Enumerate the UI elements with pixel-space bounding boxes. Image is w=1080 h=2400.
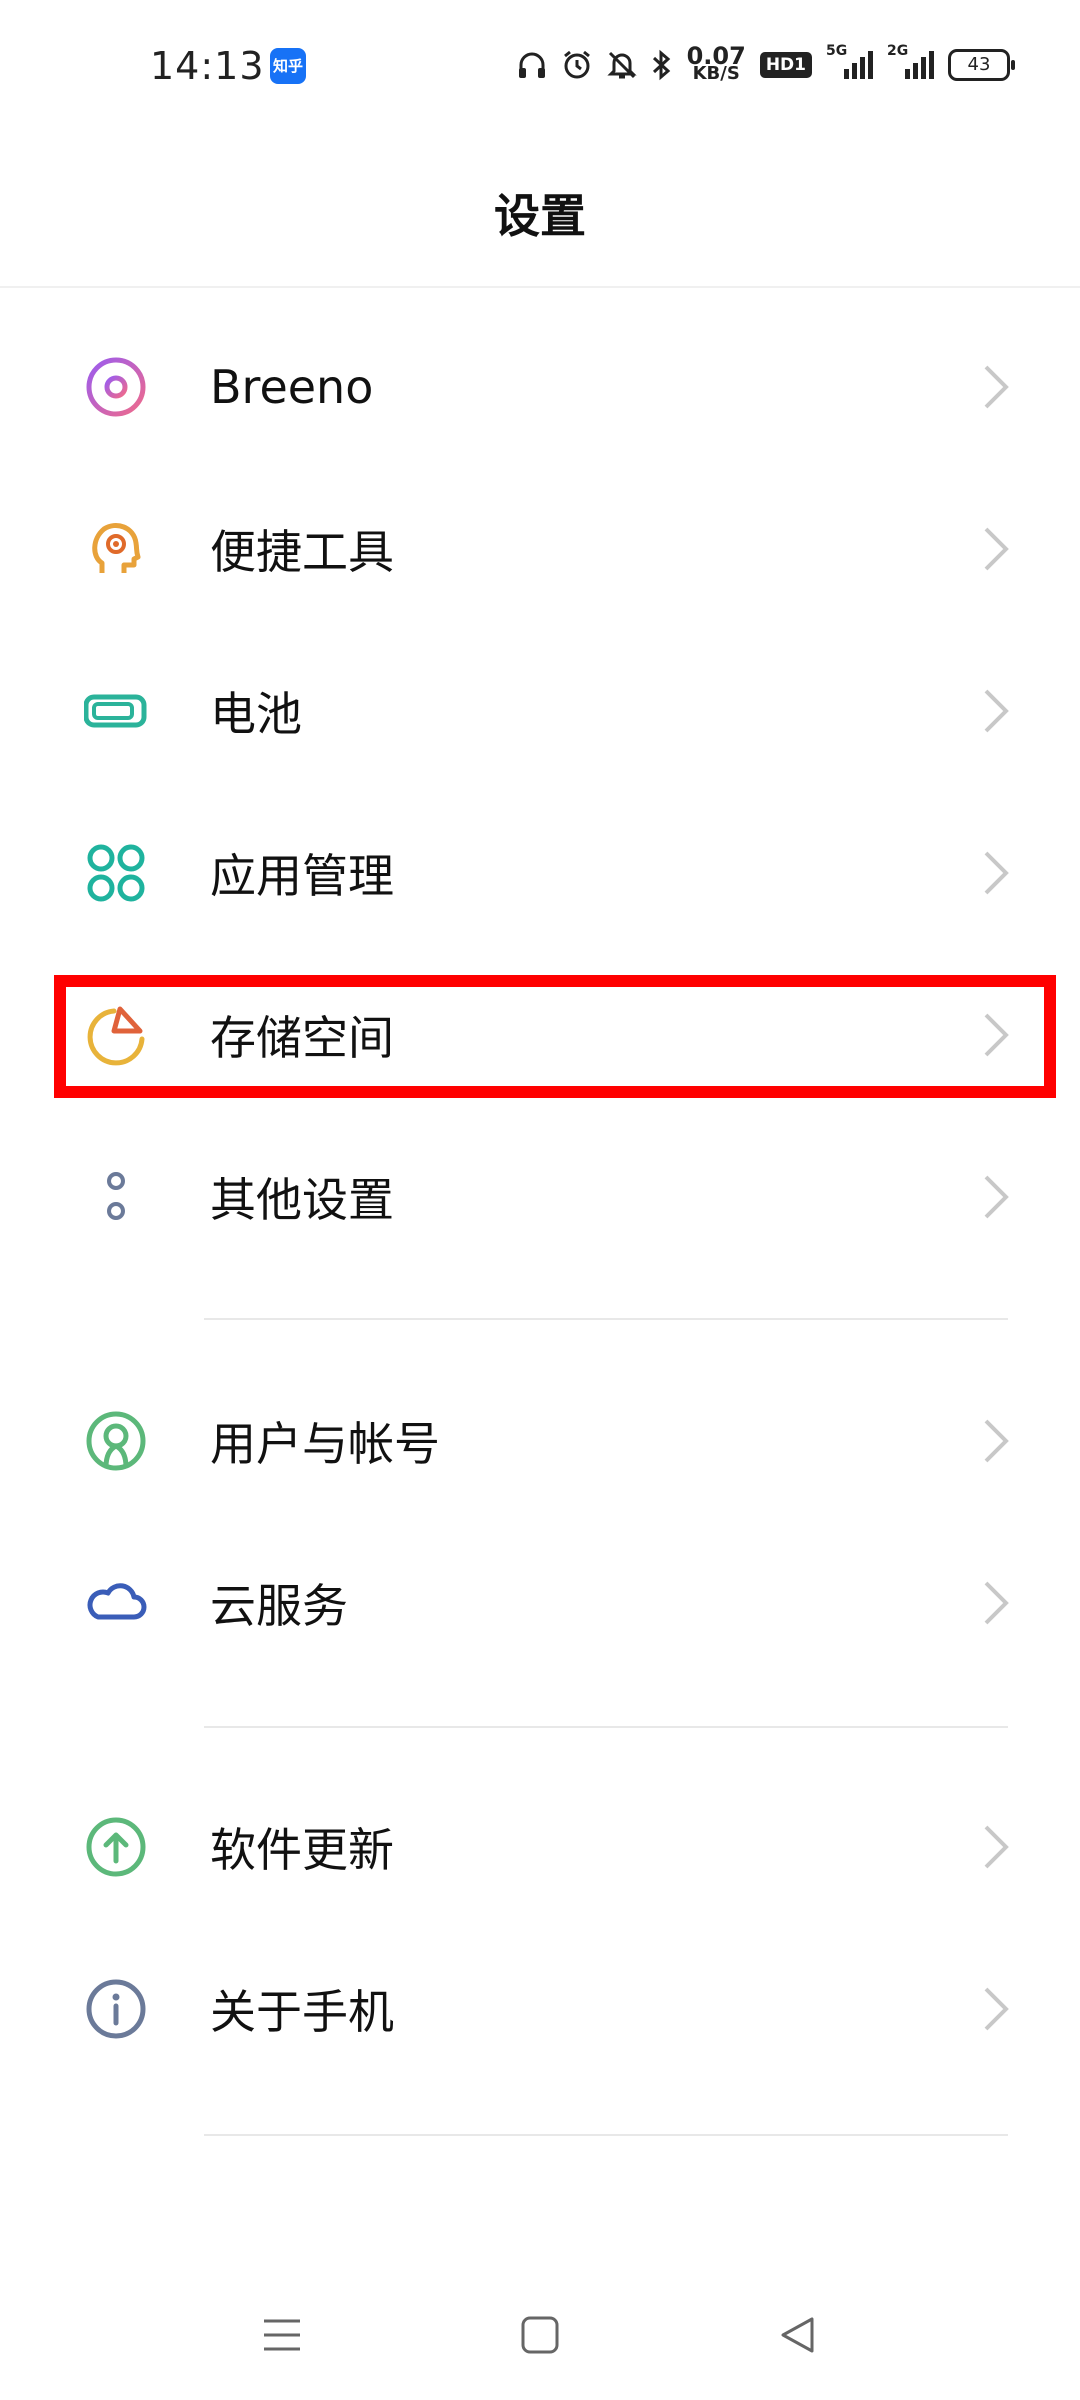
settings-item-label: 用户与帐号 [210,1417,440,1471]
breeno-icon [86,357,146,417]
shortcut-tools-icon [92,523,141,573]
section-divider [204,1726,1008,1728]
cloud-icon [87,1583,147,1620]
settings-item-battery[interactable]: 电池 [0,630,1080,792]
signal-2g: 2G [887,43,934,79]
hd-badge: HD1 [759,52,812,78]
menu-icon [264,2319,300,2351]
apps-icon [87,844,145,902]
settings-item-label: Breeno [210,360,374,414]
settings-item-apps[interactable]: 应用管理 [0,792,1080,954]
mute-bell-icon [606,51,637,79]
status-icons: 0.07 KB/S HD1 5G 2G 43 [517,40,1015,90]
chevron-right-icon [984,1419,1009,1463]
settings-item-software-update[interactable]: 软件更新 [0,1766,1080,1928]
settings-item-storage[interactable]: 存储空间 [0,954,1080,1116]
settings-item-label: 云服务 [210,1579,348,1633]
settings-item-label: 其他设置 [210,1173,394,1227]
chevron-right-icon [984,851,1009,895]
settings-item-about-phone[interactable]: 关于手机 [0,1928,1080,2090]
chevron-right-icon [984,1013,1009,1057]
network-speed: 0.07 KB/S [687,44,746,84]
navigation-bar [0,2270,1080,2400]
settings-item-user-account[interactable]: 用户与帐号 [0,1360,1080,1522]
storage-pie-icon [87,1006,145,1066]
chevron-right-icon [984,1825,1009,1869]
headphones-icon [518,52,545,78]
settings-item-label: 存储空间 [210,1011,394,1065]
user-account-icon [86,1411,146,1471]
home-icon [521,2316,559,2354]
battery-indicator: 43 [948,49,1015,81]
section-divider [204,2134,1008,2136]
network-speed-unit: KB/S [692,63,740,84]
status-time: 14:13 [150,44,265,88]
software-update-icon [86,1817,146,1877]
settings-item-label: 便捷工具 [210,525,394,579]
settings-item-cloud[interactable]: 云服务 [0,1522,1080,1684]
more-settings-icon [107,1172,125,1220]
signal-5g: 5G [826,43,873,79]
back-icon [781,2317,814,2353]
status-bar: 14:13 知乎 0.07 KB/S HD1 5G 2G 43 [0,0,1080,130]
signal-5g-label: 5G [826,43,848,59]
chevron-right-icon [984,689,1009,733]
settings-item-breeno[interactable]: Breeno [0,306,1080,468]
settings-item-other[interactable]: 其他设置 [0,1116,1080,1278]
home-button[interactable] [500,2270,580,2400]
chevron-right-icon [984,1581,1009,1625]
alarm-icon [563,50,590,79]
settings-item-label: 应用管理 [210,849,394,903]
chevron-right-icon [984,1987,1009,2031]
chevron-right-icon [984,527,1009,571]
zhihu-app-icon: 知乎 [270,48,306,84]
bluetooth-icon [652,49,670,81]
chevron-right-icon [984,365,1009,409]
header-divider [0,286,1080,288]
page-title: 设置 [494,189,586,243]
settings-item-label: 软件更新 [210,1823,394,1877]
chevron-right-icon [984,1175,1009,1219]
signal-2g-label: 2G [887,43,909,59]
menu-button[interactable] [242,2270,322,2400]
settings-item-label: 电池 [210,687,302,741]
settings-item-label: 关于手机 [210,1985,394,2039]
about-phone-icon [86,1979,146,2039]
back-button[interactable] [758,2270,838,2400]
settings-item-shortcut-tools[interactable]: 便捷工具 [0,468,1080,630]
battery-icon [84,694,147,728]
section-divider [204,1318,1008,1320]
